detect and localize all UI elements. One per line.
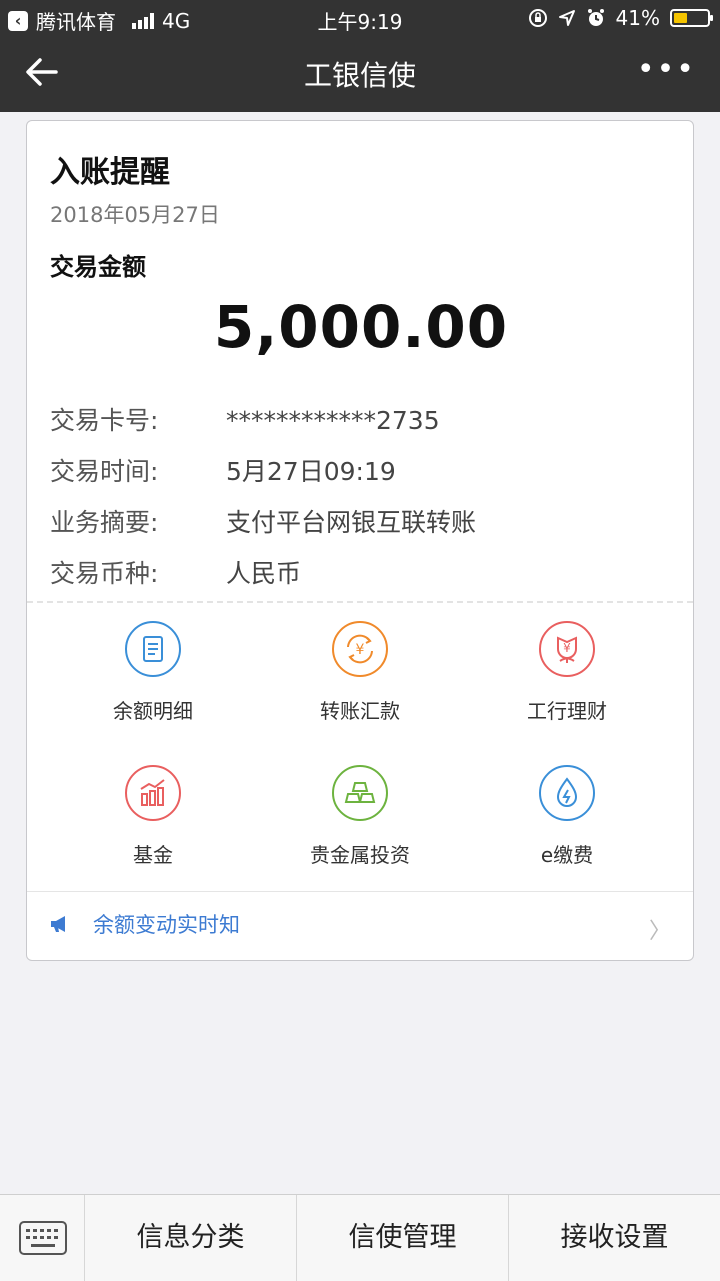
more-options-icon[interactable]: ••• bbox=[637, 55, 696, 85]
service-label: 工行理财 bbox=[527, 699, 607, 723]
status-bar: ‹ 腾讯体育 4G 上午9:19 41% bbox=[0, 0, 720, 36]
detail-key: 业务摘要: bbox=[50, 508, 159, 537]
amount-value: 5,000.00 bbox=[213, 293, 509, 361]
status-right: 41% bbox=[528, 6, 713, 30]
detail-row-currency: 交易币种: 人民币 bbox=[50, 554, 301, 590]
tab-message-category[interactable]: 信息分类 bbox=[85, 1195, 297, 1281]
alarm-icon bbox=[587, 9, 604, 26]
service-transfer[interactable]: ¥ 转账汇款 bbox=[260, 621, 460, 724]
message-date: 2018年05月27日 bbox=[50, 203, 220, 227]
detail-row-time: 交易时间: 5月27日09:19 bbox=[50, 452, 396, 488]
detail-key: 交易时间: bbox=[50, 457, 159, 486]
keyboard-toggle[interactable] bbox=[0, 1195, 85, 1281]
service-wealth[interactable]: ¥ 工行理财 bbox=[467, 621, 667, 724]
bottom-menu-bar: 信息分类 信使管理 接收设置 bbox=[0, 1194, 720, 1281]
battery-percent: 41% bbox=[615, 6, 660, 30]
keyboard-icon bbox=[19, 1221, 67, 1255]
service-label: 转账汇款 bbox=[320, 699, 400, 723]
detail-row-summary: 业务摘要: 支付平台网银互联转账 bbox=[50, 503, 476, 539]
balance-notice-link[interactable]: 余额变动实时知 bbox=[49, 909, 240, 939]
detail-key: 交易币种: bbox=[50, 559, 159, 588]
wealth-flower-icon: ¥ bbox=[539, 621, 595, 677]
page-title: 工银信使 bbox=[303, 59, 416, 92]
svg-text:¥: ¥ bbox=[563, 641, 571, 655]
gold-bars-icon bbox=[332, 765, 388, 821]
svg-text:¥: ¥ bbox=[356, 642, 365, 658]
megaphone-icon bbox=[51, 916, 65, 932]
dashed-divider bbox=[27, 601, 693, 603]
service-balance-detail[interactable]: 余额明细 bbox=[53, 621, 253, 724]
location-icon bbox=[558, 10, 575, 26]
water-drop-icon bbox=[539, 765, 595, 821]
amount-label: 交易金额 bbox=[50, 253, 146, 281]
battery-fill bbox=[674, 13, 687, 23]
message-title: 入账提醒 bbox=[50, 155, 170, 190]
tab-messenger-management[interactable]: 信使管理 bbox=[297, 1195, 509, 1281]
detail-value: 人民币 bbox=[226, 559, 302, 588]
chevron-right-icon: 〉 bbox=[648, 919, 671, 944]
detail-value: 5月27日09:19 bbox=[226, 457, 396, 486]
detail-key: 交易卡号: bbox=[50, 406, 159, 435]
battery-icon bbox=[670, 9, 713, 27]
detail-row-card-number: 交易卡号: ************2735 bbox=[50, 401, 440, 437]
fund-chart-icon bbox=[125, 765, 181, 821]
rotation-lock-icon bbox=[528, 9, 547, 27]
service-label: 余额明细 bbox=[113, 699, 193, 723]
detail-value: 支付平台网银互联转账 bbox=[226, 508, 477, 537]
service-label: 基金 bbox=[133, 843, 173, 867]
notice-text: 余额变动实时知 bbox=[93, 913, 240, 937]
tab-receive-settings[interactable]: 接收设置 bbox=[509, 1195, 720, 1281]
transfer-yuan-icon: ¥ bbox=[332, 621, 388, 677]
service-label: 贵金属投资 bbox=[310, 843, 410, 867]
service-label: e缴费 bbox=[540, 843, 594, 867]
service-precious-metal[interactable]: 贵金属投资 bbox=[260, 765, 460, 868]
document-icon bbox=[125, 621, 181, 677]
message-card: 入账提醒 2018年05月27日 交易金额 5,000.00 交易卡号: ****… bbox=[26, 120, 694, 961]
detail-value: ************2735 bbox=[226, 406, 440, 435]
nav-bar: 工银信使 ••• bbox=[0, 36, 720, 112]
notice-divider bbox=[27, 891, 693, 892]
service-e-payment[interactable]: e缴费 bbox=[467, 765, 667, 868]
service-fund[interactable]: 基金 bbox=[53, 765, 253, 868]
